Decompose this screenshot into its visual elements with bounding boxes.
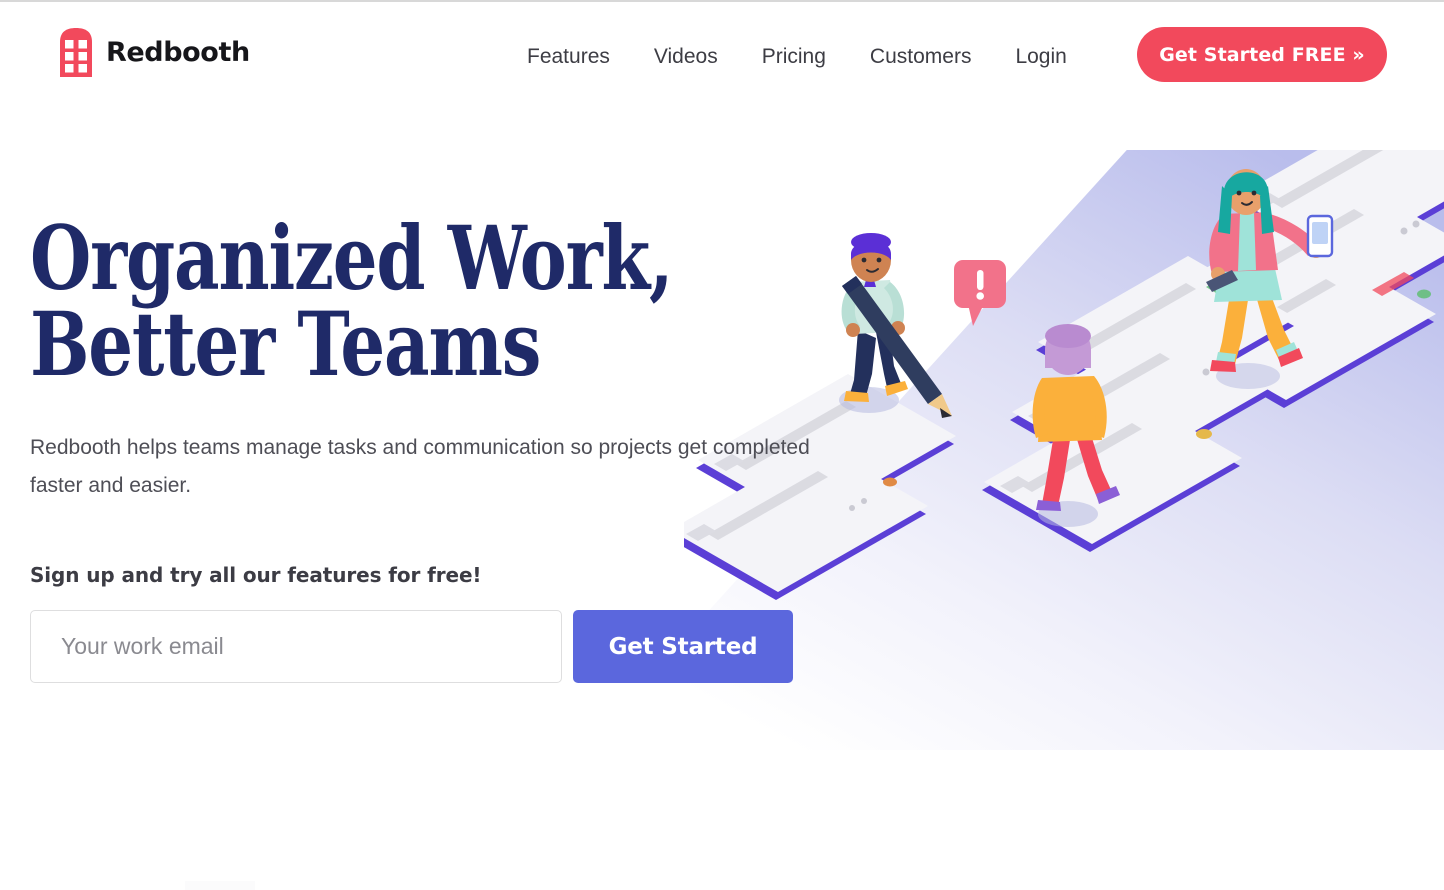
hero-subtitle: Redbooth helps teams manage tasks and co… — [30, 436, 810, 497]
hero-section: Organized Work, Better Teams Redbooth he… — [30, 206, 870, 684]
site-header: Redbooth Features Videos Pricing Custome… — [0, 0, 1444, 108]
nav-item-pricing[interactable]: Pricing — [740, 36, 848, 77]
signup-prompt: Sign up and try all our features for fre… — [30, 563, 482, 588]
signup-form: Get Started — [30, 610, 870, 684]
work-email-input[interactable] — [30, 610, 562, 684]
alert-speech-bubble-icon — [954, 260, 1006, 326]
character-woman-with-phone — [1206, 169, 1334, 389]
nav-item-login[interactable]: Login — [993, 36, 1088, 77]
brand-logo-link[interactable]: Redbooth — [60, 28, 250, 77]
nav-item-customers[interactable]: Customers — [848, 36, 994, 77]
character-orange-sweater — [1032, 324, 1120, 527]
primary-navigation: Features Videos Pricing Customers Login — [505, 36, 1089, 77]
get-started-free-button[interactable]: Get Started FREE » — [1137, 27, 1387, 82]
page-title: Organized Work, Better Teams — [30, 206, 674, 397]
landing-page: Redbooth Features Videos Pricing Custome… — [0, 0, 1444, 890]
phone-booth-icon — [60, 28, 92, 77]
next-section-peek — [185, 881, 255, 890]
nav-item-videos[interactable]: Videos — [632, 36, 740, 77]
nav-item-features[interactable]: Features — [505, 36, 632, 77]
smartphone-icon — [1306, 214, 1334, 258]
hero-get-started-button[interactable]: Get Started — [573, 610, 793, 684]
brand-name: Redbooth — [106, 37, 250, 68]
